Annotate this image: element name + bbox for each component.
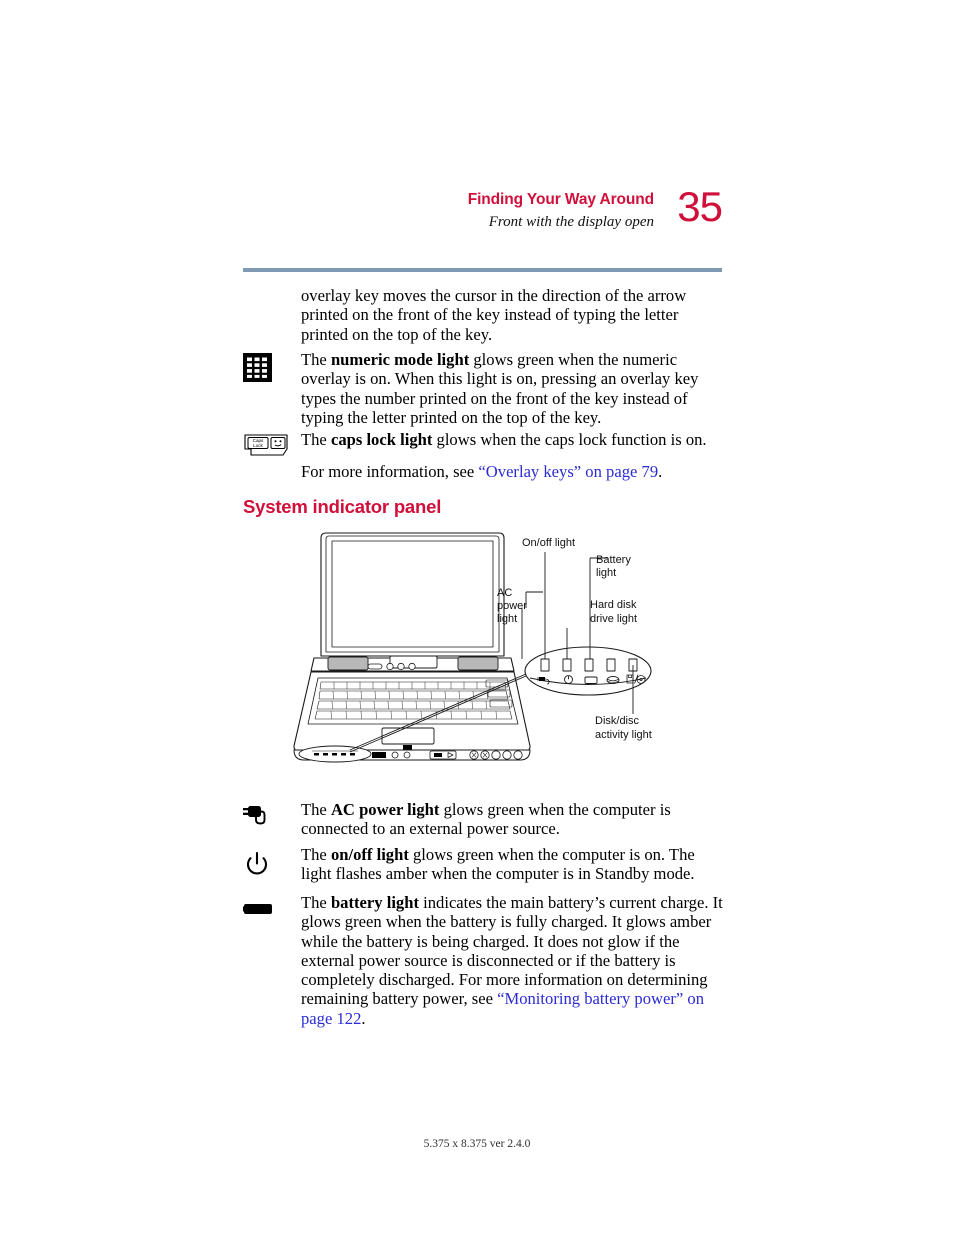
- callout-battery-light-line2: light: [596, 567, 616, 579]
- see-also-lead: For more information, see: [301, 462, 479, 481]
- caps-rest: glows when the caps lock function is on.: [432, 430, 707, 449]
- see-also-trail: .: [658, 462, 663, 481]
- intro-paragraph: overlay key moves the cursor in the dire…: [301, 286, 687, 344]
- callout-disk-disc-line1: Disk/disc: [595, 715, 640, 727]
- battery-lead: The: [301, 893, 331, 912]
- callout-ac-power-light-line1: AC: [497, 587, 512, 599]
- power-button-icon: [243, 851, 291, 879]
- numeric-lead: The: [301, 350, 331, 369]
- ac-power-light-text: The AC power light glows green when the …: [301, 800, 723, 839]
- ac-term: AC power light: [330, 800, 440, 819]
- page-footer: 5.375 x 8.375 ver 2.4.0: [423, 1138, 531, 1150]
- ac-power-light-block: The AC power light glows green when the …: [243, 800, 723, 839]
- numeric-term: numeric mode light: [330, 350, 470, 369]
- caps-key-label-line2: Lock: [253, 443, 263, 448]
- caps-lock-key-icon: Caps Lock: [243, 433, 291, 459]
- ac-lead: The: [301, 800, 331, 819]
- caps-lock-light-block: Caps Lock The caps lock light glows when…: [243, 430, 723, 456]
- callout-battery-light-line1: Battery: [596, 554, 631, 566]
- battery-light-block: The battery light indicates the main bat…: [243, 893, 723, 1028]
- battery-light-text: The battery light indicates the main bat…: [301, 893, 723, 1028]
- intro-paragraph-block: overlay key moves the cursor in the dire…: [243, 286, 723, 344]
- callout-hard-disk-line1: Hard disk: [590, 599, 637, 611]
- laptop-system-indicator-panel-diagram: On/off light Battery light AC power ligh…: [290, 528, 690, 778]
- onoff-term: on/off light: [330, 845, 409, 864]
- chapter-title: Finding Your Way Around: [467, 191, 654, 208]
- header-divider-rule: [243, 268, 722, 272]
- numeric-mode-light-block: The numeric mode light glows green when …: [243, 350, 723, 427]
- battery-term: battery light: [330, 893, 419, 912]
- ac-power-plug-icon: [243, 803, 291, 829]
- on-off-light-block: The on/off light glows green when the co…: [243, 845, 723, 884]
- callout-disk-disc-line2: activity light: [595, 729, 652, 741]
- section-subtitle: Front with the display open: [488, 214, 654, 230]
- caps-term: caps lock light: [330, 430, 433, 449]
- caps-lead: The: [301, 430, 331, 449]
- overlay-keys-link[interactable]: “Overlay keys” on page 79: [478, 462, 658, 481]
- numeric-mode-light-icon: [243, 353, 291, 382]
- onoff-lead: The: [301, 845, 331, 864]
- header-titles: Finding Your Way Around Front with the d…: [294, 190, 654, 232]
- battery-trail: .: [361, 1008, 366, 1028]
- callout-ac-power-light-line2: power: [497, 600, 527, 612]
- battery-icon: [243, 901, 291, 917]
- see-also-text: For more information, see “Overlay keys”…: [301, 462, 723, 481]
- callout-on-off-light: On/off light: [522, 537, 575, 549]
- caps-lock-light-text: The caps lock light glows when the caps …: [301, 430, 723, 449]
- page-header: Finding Your Way Around Front with the d…: [243, 183, 723, 252]
- see-also-block: For more information, see “Overlay keys”…: [243, 462, 723, 481]
- numeric-mode-light-text: The numeric mode light glows green when …: [301, 350, 723, 427]
- on-off-light-text: The on/off light glows green when the co…: [301, 845, 723, 884]
- callout-ac-power-light-line3: light: [497, 613, 517, 625]
- page-number: 35: [677, 183, 723, 230]
- callout-hard-disk-line2: drive light: [590, 613, 637, 625]
- section-heading-system-indicator-panel: System indicator panel: [243, 496, 442, 517]
